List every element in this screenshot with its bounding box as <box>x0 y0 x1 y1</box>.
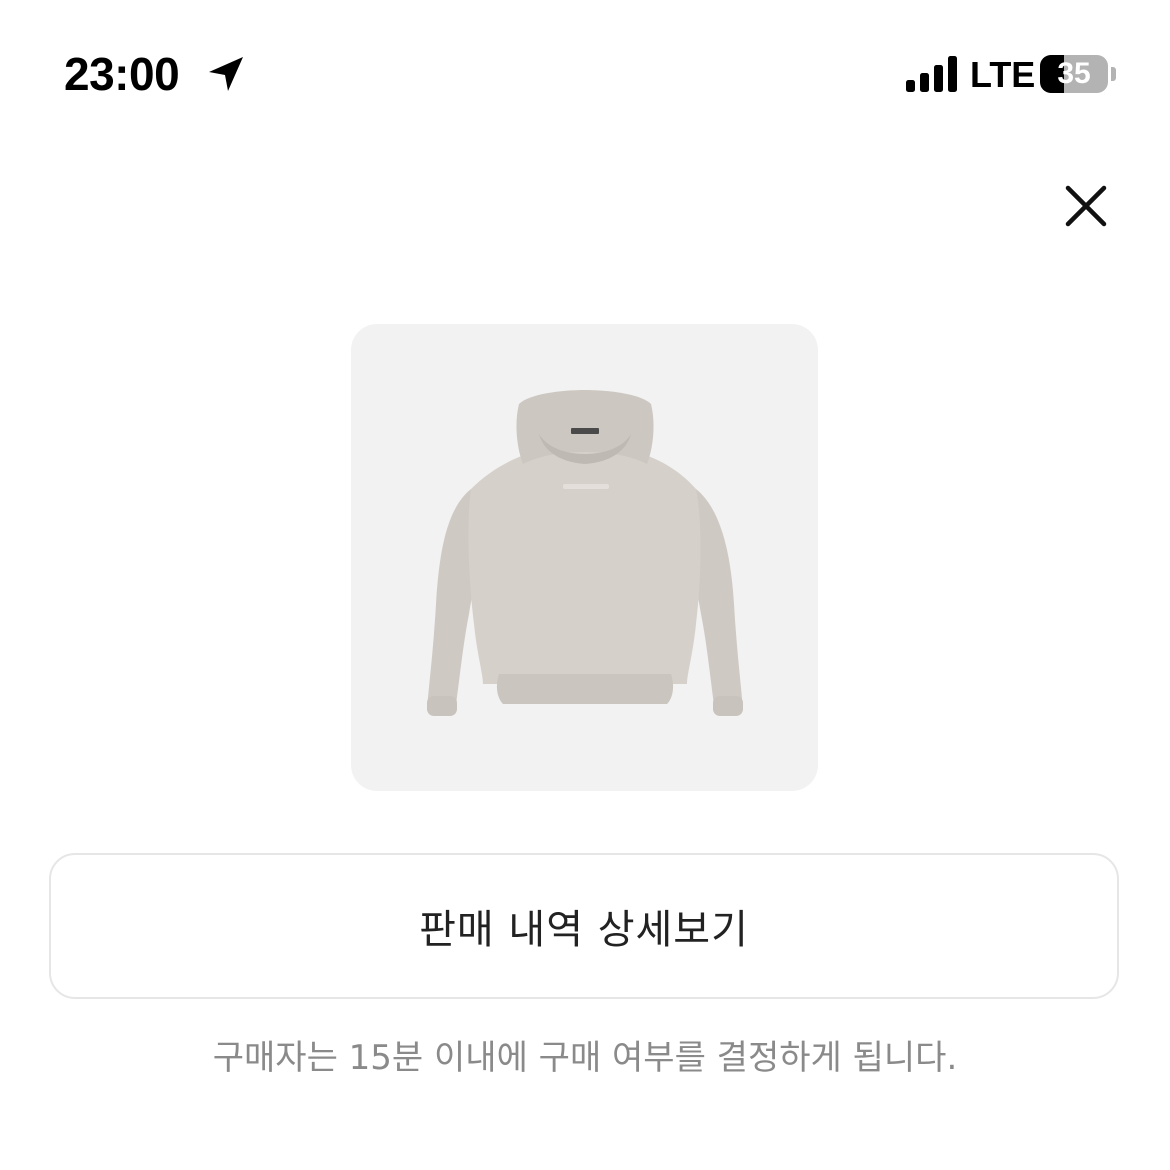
hoodie-icon <box>427 390 743 716</box>
network-type: LTE <box>970 54 1036 95</box>
close-icon[interactable] <box>1060 180 1112 232</box>
sales-history-detail-button[interactable]: 판매 내역 상세보기 <box>49 853 1119 999</box>
product-image-card <box>351 324 818 791</box>
battery-icon: 35 <box>1040 55 1108 93</box>
location-arrow-icon <box>209 57 243 91</box>
purchase-decision-notice: 구매자는 15분 이내에 구매 여부를 결정하게 됩니다. <box>212 1038 958 1078</box>
sales-history-detail-label: 판매 내역 상세보기 <box>419 907 749 953</box>
screen: 23:00 LTE 35 판매 내역 상세보기 구매자는 15분 이내에 구매 … <box>0 0 1170 1170</box>
status-time: 23:00 <box>64 48 180 100</box>
battery-cap <box>1111 67 1116 81</box>
cellular-signal-icon <box>906 56 957 92</box>
battery-level: 35 <box>1057 57 1091 90</box>
